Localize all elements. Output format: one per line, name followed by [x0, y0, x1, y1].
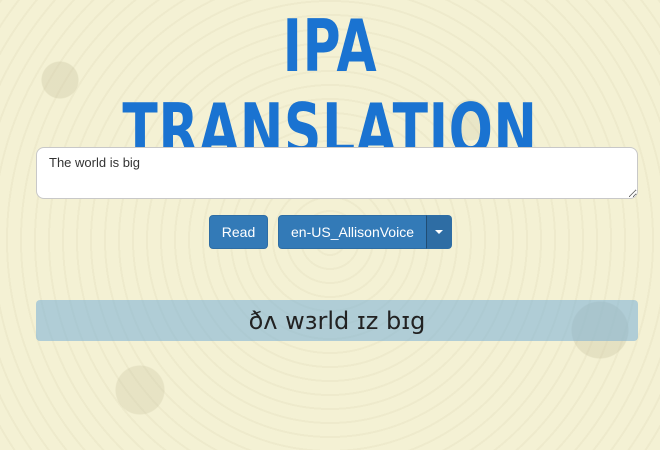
text-input[interactable]: The world is big — [36, 147, 638, 199]
voice-select-button[interactable]: en-US_AllisonVoice — [278, 215, 427, 249]
read-button[interactable]: Read — [209, 215, 268, 249]
caret-down-icon — [435, 230, 443, 234]
voice-dropdown-toggle[interactable] — [426, 215, 452, 249]
ipa-result: ðʌ wɜrld ɪz bɪg — [36, 300, 638, 341]
ipa-result-text: ðʌ wɜrld ɪz bɪg — [248, 306, 426, 335]
